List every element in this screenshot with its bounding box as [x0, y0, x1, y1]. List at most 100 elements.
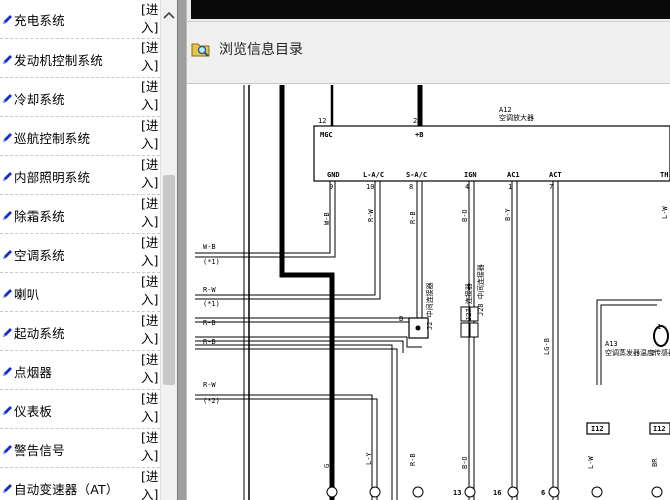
pen-icon: [3, 210, 12, 220]
wire-label: R-B: [203, 338, 216, 346]
terminal-a: [464, 486, 476, 498]
pen-icon: [3, 444, 12, 454]
j27-label: J27 连接器: [464, 283, 473, 321]
list-item: 巡航控制系统 [进入]: [0, 117, 160, 156]
pen-icon: [3, 327, 12, 337]
wire-label: R-W: [203, 381, 216, 389]
nav-item-label: 自动变速器（AT）: [14, 481, 119, 497]
pin-l-ac: L-A/C: [363, 171, 384, 179]
enter-link[interactable]: [进入]: [141, 390, 160, 426]
vwire-label: B-Y: [504, 208, 512, 221]
vwire-label: W-B: [323, 212, 331, 225]
a13-pin: 1: [657, 323, 661, 331]
pin-ac1: AC1: [507, 171, 520, 179]
enter-link[interactable]: [进入]: [141, 78, 160, 114]
browse-catalog-button[interactable]: 浏览信息目录: [191, 36, 303, 62]
pin-num-8: 8: [409, 183, 413, 191]
nav-link[interactable]: 发动机控制系统: [0, 50, 103, 68]
terminal-num: 6: [541, 489, 545, 497]
list-item: 仪表板 [进入]: [0, 390, 160, 429]
pen-icon: [3, 366, 12, 376]
pin-plus-b: +B: [415, 131, 423, 139]
toolbar: 浏览信息目录: [187, 22, 670, 84]
nav-item-label: 仪表板: [14, 403, 53, 419]
i12-label: I12: [653, 425, 666, 433]
enter-link[interactable]: [进入]: [141, 117, 160, 153]
nav-link[interactable]: 点烟器: [0, 362, 52, 380]
nav-item-label: 巡航控制系统: [14, 130, 91, 146]
enter-link[interactable]: [进入]: [141, 234, 160, 270]
scroll-up-button[interactable]: [161, 3, 177, 27]
list-item: 内部照明系统 [进入]: [0, 156, 160, 195]
nav-link[interactable]: 仪表板: [0, 401, 52, 419]
vwire-label: L-W: [661, 206, 669, 219]
list-item: 自动变速器（AT） [进入]: [0, 468, 160, 500]
a12-name: 空调放大器: [499, 113, 534, 122]
browse-catalog-label: 浏览信息目录: [219, 42, 303, 58]
pen-icon: [3, 14, 12, 24]
wire-label: R-W: [203, 286, 216, 294]
scroll-thumb[interactable]: [163, 175, 175, 385]
enter-link[interactable]: [进入]: [141, 351, 160, 387]
j2-label: J2 中间连接器: [425, 282, 434, 330]
nav-link[interactable]: 起动系统: [0, 323, 65, 341]
enter-link[interactable]: [进入]: [141, 156, 160, 192]
lower-label: B-O: [461, 456, 469, 469]
enter-link[interactable]: [进入]: [141, 312, 160, 348]
nav-item-label: 充电系统: [14, 12, 65, 28]
nav-item-label: 警告信号: [14, 442, 65, 458]
pin-th: TH: [660, 171, 668, 179]
a12-code: A12: [499, 106, 512, 114]
folder-search-icon: [191, 43, 210, 57]
a13-pin: 2: [651, 349, 655, 357]
chevron-up-icon: [163, 11, 175, 19]
nav-link[interactable]: 警告信号: [0, 440, 65, 458]
nav-item-label: 除霜系统: [14, 208, 65, 224]
vwire-label: LG-B: [543, 338, 551, 355]
pen-icon: [3, 405, 12, 415]
terminal-a: [651, 486, 663, 498]
pin-gnd: GND: [327, 171, 340, 179]
nav-link[interactable]: 充电系统: [0, 10, 65, 28]
connector-letter: B: [399, 315, 403, 323]
pin-num-10: 10: [366, 183, 374, 191]
pane-splitter[interactable]: [177, 0, 187, 500]
list-item: 警告信号 [进入]: [0, 429, 160, 468]
pen-icon: [3, 132, 12, 142]
pin-mgc: MGC: [320, 131, 333, 139]
pin-num-2: 2: [413, 117, 417, 125]
nav-item-label: 内部照明系统: [14, 169, 91, 185]
nav-link[interactable]: 冷却系统: [0, 89, 65, 107]
j29-label: J28 中间连接器: [476, 264, 485, 316]
sidebar-nav: 充电系统 [进入] 发动机控制系统 [进入] 冷却系统 [进入] 巡航控制系统 …: [0, 0, 160, 500]
nav-link[interactable]: 喇叭: [0, 284, 39, 302]
enter-link[interactable]: [进入]: [141, 468, 160, 500]
enter-link[interactable]: [进入]: [141, 429, 160, 465]
nav-item-label: 空调系统: [14, 247, 65, 263]
a13-code: A13: [605, 340, 618, 348]
nav-item-label: 点烟器: [14, 364, 53, 380]
pin-s-ac: S-A/C: [406, 171, 427, 179]
terminal-a: [412, 486, 424, 498]
nav-link[interactable]: 除霜系统: [0, 206, 65, 224]
nav-link[interactable]: 内部照明系统: [0, 167, 90, 185]
list-item: 喇叭 [进入]: [0, 273, 160, 312]
nav-link[interactable]: 空调系统: [0, 245, 65, 263]
nav-link[interactable]: 自动变速器（AT）: [0, 479, 119, 497]
nav-link[interactable]: 巡航控制系统: [0, 128, 90, 146]
enter-link[interactable]: [进入]: [141, 39, 160, 75]
nav-item-label: 起动系统: [14, 325, 65, 341]
pen-icon: [3, 171, 12, 181]
nav-item-label: 冷却系统: [14, 91, 65, 107]
vwire-label: R-W: [367, 209, 375, 222]
pen-icon: [3, 54, 12, 64]
nav-item-label: 发动机控制系统: [14, 52, 103, 68]
connector-j27-d: [469, 322, 479, 338]
enter-link[interactable]: [进入]: [141, 273, 160, 309]
sidebar-scrollbar[interactable]: [160, 0, 177, 500]
pen-icon: [3, 93, 12, 103]
enter-link[interactable]: [进入]: [141, 195, 160, 231]
enter-link[interactable]: [进入]: [141, 1, 160, 37]
pen-icon: [3, 288, 12, 298]
a13-name: 空调蒸发器温度传感器: [605, 348, 670, 357]
